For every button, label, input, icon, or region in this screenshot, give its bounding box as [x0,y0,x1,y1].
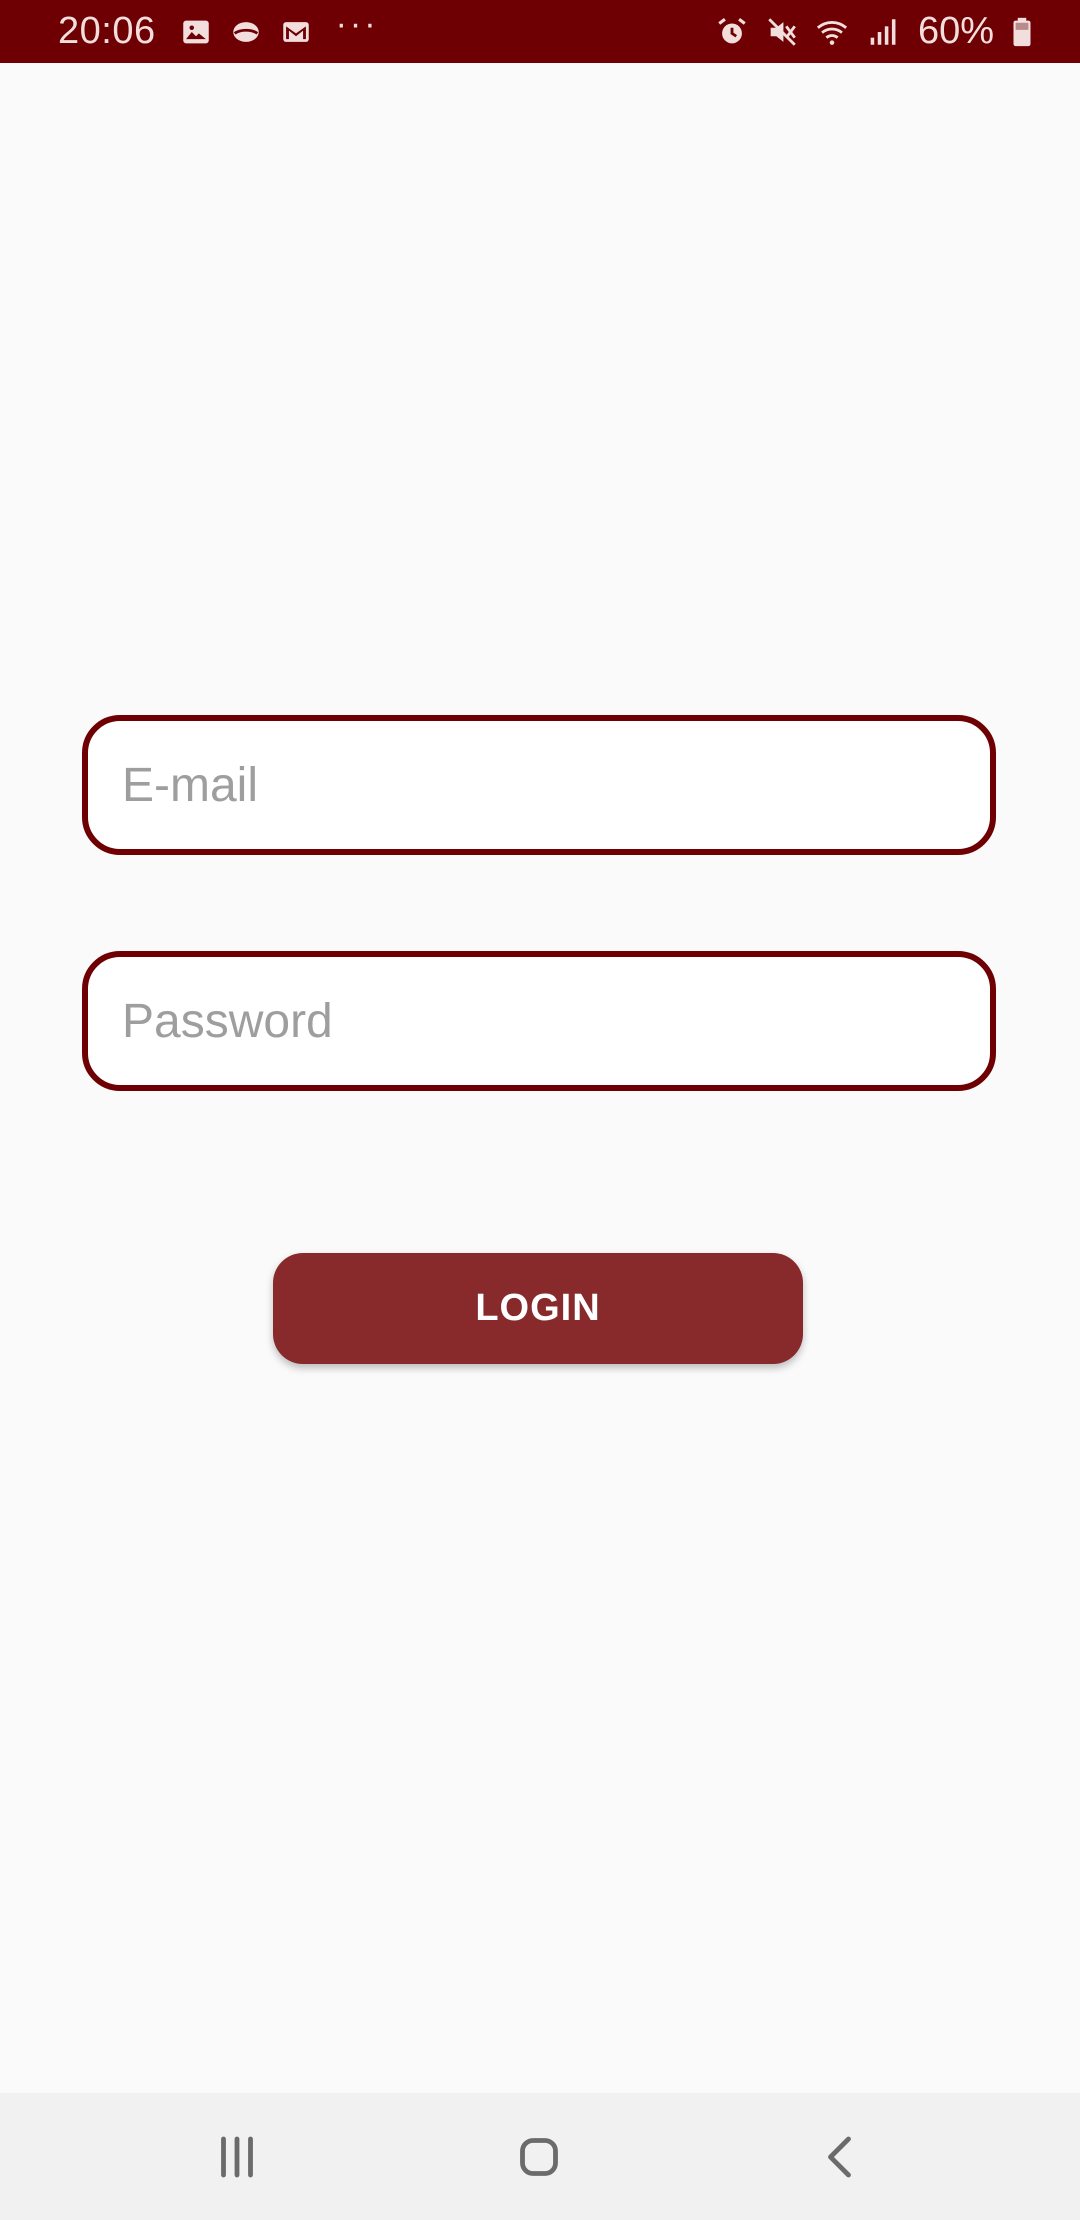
navigation-bar [0,2093,1080,2220]
battery-percentage: 60% [917,10,994,52]
back-button[interactable] [761,2093,921,2220]
email-input[interactable] [122,757,956,813]
cloud-icon [228,14,264,50]
status-right: 60% [714,0,1040,63]
gallery-icon [178,14,214,50]
mute-icon [764,14,800,50]
back-icon [828,2136,851,2177]
alarm-icon [714,14,750,50]
battery-icon [1004,14,1040,50]
login-screen: 20:06 ··· 60% E-mail LOGIN [0,0,1080,2220]
login-button[interactable]: LOGIN [273,1253,803,1364]
password-input[interactable] [122,993,956,1049]
status-time: 20:06 [58,10,156,52]
home-button[interactable] [459,2093,619,2220]
recents-icon [221,2136,253,2177]
status-left: 20:06 ··· [58,0,379,63]
mail-icon [278,14,314,50]
status-bar: 20:06 ··· 60% [0,0,1080,63]
password-field[interactable] [82,951,996,1091]
recents-button[interactable] [157,2093,317,2220]
wifi-icon [814,14,850,50]
email-field[interactable] [82,715,996,855]
home-icon [520,2137,558,2176]
more-notifications-indicator: ··· [335,4,379,43]
signal-icon [864,14,900,50]
